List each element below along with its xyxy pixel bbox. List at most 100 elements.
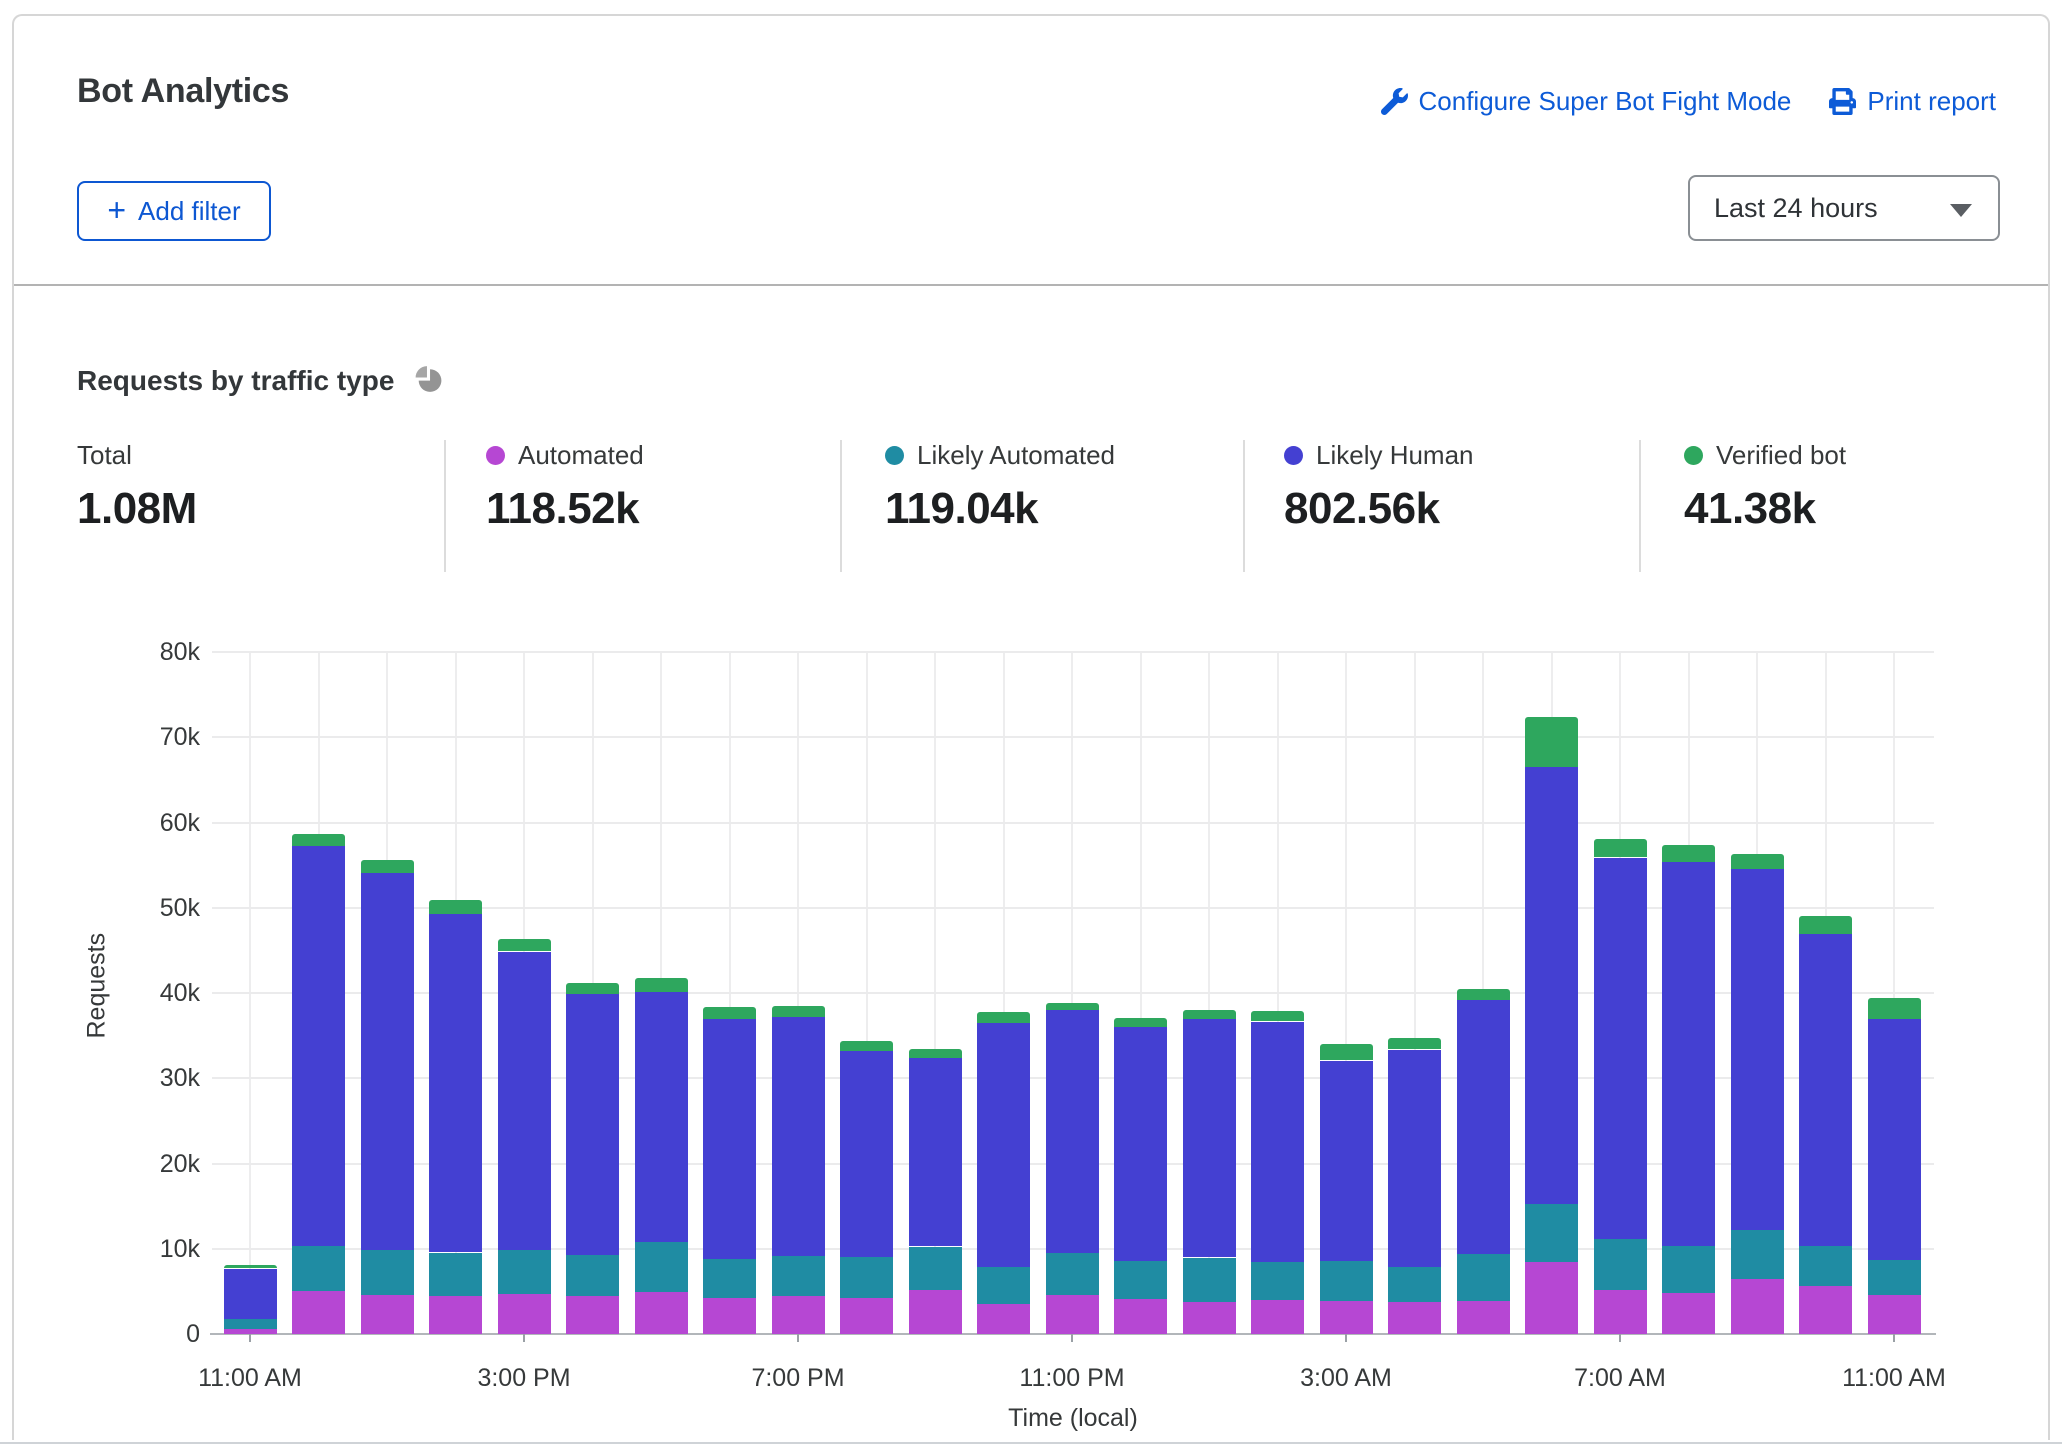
bar-segment-automated[interactable] bbox=[1046, 1295, 1099, 1334]
bar-segment-likely-human[interactable] bbox=[1594, 858, 1647, 1239]
bar-segment-likely-automated[interactable] bbox=[1251, 1262, 1304, 1300]
bar-segment-verified-bot[interactable] bbox=[703, 1007, 756, 1019]
bar-segment-verified-bot[interactable] bbox=[1799, 916, 1852, 934]
bar-segment-automated[interactable] bbox=[1662, 1293, 1715, 1334]
bar-segment-likely-human[interactable] bbox=[1457, 1000, 1510, 1254]
bar-segment-automated[interactable] bbox=[977, 1304, 1030, 1334]
bar-segment-verified-bot[interactable] bbox=[566, 983, 619, 994]
bar-segment-likely-human[interactable] bbox=[840, 1051, 893, 1257]
bar-segment-verified-bot[interactable] bbox=[1868, 998, 1921, 1019]
bar-segment-verified-bot[interactable] bbox=[772, 1006, 825, 1017]
bar-segment-automated[interactable] bbox=[703, 1298, 756, 1334]
bar-segment-likely-automated[interactable] bbox=[1457, 1254, 1510, 1301]
bar-segment-verified-bot[interactable] bbox=[977, 1012, 1030, 1023]
bar-segment-likely-automated[interactable] bbox=[840, 1257, 893, 1298]
bar-segment-likely-human[interactable] bbox=[498, 952, 551, 1250]
bar-segment-automated[interactable] bbox=[1183, 1302, 1236, 1334]
bar-segment-likely-automated[interactable] bbox=[566, 1255, 619, 1296]
bar-segment-likely-automated[interactable] bbox=[1662, 1246, 1715, 1293]
bar-segment-likely-automated[interactable] bbox=[909, 1247, 962, 1290]
bar-segment-automated[interactable] bbox=[1388, 1302, 1441, 1334]
bar-segment-automated[interactable] bbox=[1594, 1290, 1647, 1334]
bar-segment-verified-bot[interactable] bbox=[1183, 1010, 1236, 1019]
bar-segment-likely-automated[interactable] bbox=[1183, 1258, 1236, 1302]
bar-segment-automated[interactable] bbox=[1457, 1301, 1510, 1334]
bar-segment-likely-automated[interactable] bbox=[635, 1242, 688, 1292]
bar-segment-likely-human[interactable] bbox=[1731, 869, 1784, 1230]
bar-segment-likely-automated[interactable] bbox=[361, 1250, 414, 1295]
bar-segment-automated[interactable] bbox=[292, 1291, 345, 1334]
bar-segment-likely-human[interactable] bbox=[361, 873, 414, 1250]
bar-segment-verified-bot[interactable] bbox=[429, 900, 482, 914]
bar-segment-verified-bot[interactable] bbox=[1251, 1011, 1304, 1021]
configure-super-bot-fight-mode-link[interactable]: Configure Super Bot Fight Mode bbox=[1381, 86, 1792, 117]
bar-segment-automated[interactable] bbox=[1251, 1300, 1304, 1334]
bar-segment-likely-human[interactable] bbox=[703, 1019, 756, 1259]
bar-segment-likely-human[interactable] bbox=[292, 846, 345, 1246]
bar-segment-automated[interactable] bbox=[909, 1290, 962, 1334]
bar-segment-verified-bot[interactable] bbox=[498, 939, 551, 951]
bar-segment-likely-automated[interactable] bbox=[1594, 1239, 1647, 1290]
bar-segment-likely-automated[interactable] bbox=[292, 1246, 345, 1291]
bar-segment-likely-automated[interactable] bbox=[1046, 1253, 1099, 1295]
bar-segment-likely-automated[interactable] bbox=[1799, 1246, 1852, 1286]
bar-segment-automated[interactable] bbox=[498, 1294, 551, 1334]
bar-segment-likely-automated[interactable] bbox=[1388, 1266, 1441, 1302]
bar-segment-automated[interactable] bbox=[1799, 1286, 1852, 1334]
bar-segment-verified-bot[interactable] bbox=[840, 1041, 893, 1051]
bar-segment-likely-human[interactable] bbox=[772, 1017, 825, 1256]
bar-segment-verified-bot[interactable] bbox=[361, 860, 414, 873]
bar-segment-likely-human[interactable] bbox=[1388, 1050, 1441, 1267]
bar-segment-verified-bot[interactable] bbox=[1731, 854, 1784, 869]
bar-segment-likely-human[interactable] bbox=[909, 1058, 962, 1246]
bar-segment-automated[interactable] bbox=[429, 1296, 482, 1334]
bar-segment-verified-bot[interactable] bbox=[1320, 1044, 1373, 1060]
bar-segment-verified-bot[interactable] bbox=[1388, 1038, 1441, 1049]
bar-segment-likely-human[interactable] bbox=[1046, 1010, 1099, 1253]
bar-segment-likely-automated[interactable] bbox=[977, 1266, 1030, 1304]
bar-segment-likely-automated[interactable] bbox=[1525, 1204, 1578, 1262]
bar-segment-likely-human[interactable] bbox=[429, 914, 482, 1252]
bar-segment-verified-bot[interactable] bbox=[1457, 989, 1510, 1000]
bar-segment-likely-human[interactable] bbox=[1183, 1019, 1236, 1257]
bar-segment-likely-human[interactable] bbox=[1799, 934, 1852, 1246]
bar-segment-likely-automated[interactable] bbox=[224, 1319, 277, 1329]
bar-segment-automated[interactable] bbox=[772, 1296, 825, 1334]
bar-segment-likely-human[interactable] bbox=[566, 994, 619, 1255]
bar-segment-likely-human[interactable] bbox=[1114, 1027, 1167, 1261]
bar-segment-likely-human[interactable] bbox=[1662, 862, 1715, 1246]
bar-segment-automated[interactable] bbox=[1320, 1301, 1373, 1334]
bar-segment-verified-bot[interactable] bbox=[1046, 1003, 1099, 1010]
bar-segment-likely-automated[interactable] bbox=[498, 1250, 551, 1294]
bar-segment-automated[interactable] bbox=[840, 1298, 893, 1334]
bar-segment-automated[interactable] bbox=[1525, 1262, 1578, 1334]
bar-segment-likely-human[interactable] bbox=[1251, 1022, 1304, 1262]
bar-segment-verified-bot[interactable] bbox=[1594, 839, 1647, 857]
print-report-link[interactable]: Print report bbox=[1829, 86, 1996, 117]
bar-segment-verified-bot[interactable] bbox=[292, 834, 345, 846]
bar-segment-likely-automated[interactable] bbox=[1114, 1261, 1167, 1299]
bar-segment-verified-bot[interactable] bbox=[1662, 845, 1715, 862]
bar-segment-likely-automated[interactable] bbox=[1868, 1260, 1921, 1295]
bar-segment-automated[interactable] bbox=[566, 1296, 619, 1334]
bar-segment-likely-automated[interactable] bbox=[772, 1255, 825, 1296]
bar-segment-likely-human[interactable] bbox=[1868, 1019, 1921, 1260]
bar-segment-automated[interactable] bbox=[635, 1292, 688, 1334]
bar-segment-likely-human[interactable] bbox=[635, 992, 688, 1242]
bar-segment-likely-human[interactable] bbox=[1525, 767, 1578, 1204]
bar-segment-automated[interactable] bbox=[1731, 1279, 1784, 1334]
bar-segment-likely-automated[interactable] bbox=[429, 1253, 482, 1296]
bar-segment-likely-human[interactable] bbox=[224, 1269, 277, 1319]
bar-segment-verified-bot[interactable] bbox=[1114, 1018, 1167, 1027]
bar-segment-likely-automated[interactable] bbox=[703, 1259, 756, 1298]
time-range-dropdown[interactable]: Last 24 hours bbox=[1688, 175, 2000, 241]
bar-segment-automated[interactable] bbox=[1868, 1295, 1921, 1334]
bar-segment-verified-bot[interactable] bbox=[909, 1049, 962, 1058]
bar-segment-likely-human[interactable] bbox=[977, 1023, 1030, 1267]
bar-segment-verified-bot[interactable] bbox=[224, 1265, 277, 1268]
bar-segment-likely-automated[interactable] bbox=[1320, 1261, 1373, 1301]
bar-segment-verified-bot[interactable] bbox=[1525, 717, 1578, 767]
bar-segment-likely-human[interactable] bbox=[1320, 1061, 1373, 1261]
bar-segment-likely-automated[interactable] bbox=[1731, 1230, 1784, 1279]
bar-segment-automated[interactable] bbox=[361, 1295, 414, 1334]
